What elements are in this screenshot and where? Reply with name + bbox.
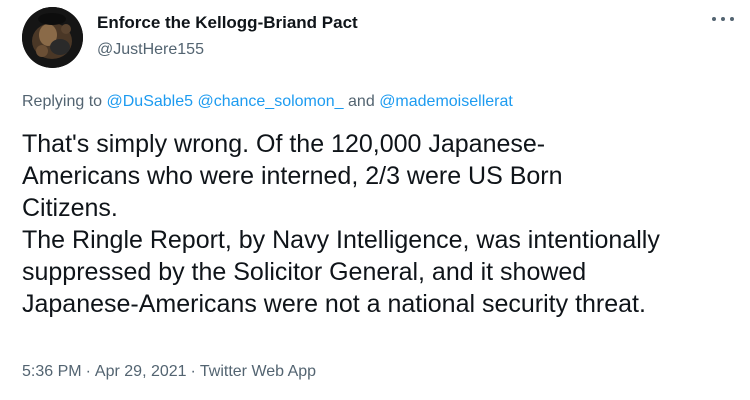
tweet-source[interactable]: Twitter Web App xyxy=(200,363,316,380)
author-display-name[interactable]: Enforce the Kellogg-Briand Pact xyxy=(97,12,358,34)
avatar-image xyxy=(22,7,83,68)
meta-separator: · xyxy=(85,363,91,380)
more-options-icon[interactable] xyxy=(712,12,734,26)
tweet-line: The Ringle Report, by Navy Intelligence,… xyxy=(22,226,660,254)
tweet-line: Americans who were interned, 2/3 were US… xyxy=(22,162,563,190)
tweet-line: suppressed by the Solicitor General, and… xyxy=(22,258,587,286)
mention-link[interactable]: @mademoisellerat xyxy=(379,93,513,110)
more-dot xyxy=(730,17,734,21)
tweet-text: That's simply wrong. Of the 120,000 Japa… xyxy=(22,128,742,320)
reply-conjunction: and xyxy=(348,93,375,110)
tweet-card: Enforce the Kellogg-Briand Pact @JustHer… xyxy=(0,0,750,400)
mention-link[interactable]: @chance_solomon_ xyxy=(197,93,343,110)
more-dot xyxy=(721,17,725,21)
more-dot xyxy=(712,17,716,21)
tweet-line: Japanese-Americans were not a national s… xyxy=(22,290,646,318)
mention-link[interactable]: @DuSable5 xyxy=(107,93,194,110)
tweet-date[interactable]: Apr 29, 2021 xyxy=(95,363,187,380)
tweet-time[interactable]: 5:36 PM xyxy=(22,363,82,380)
reply-context: Replying to @DuSable5 @chance_solomon_ a… xyxy=(22,92,513,112)
meta-separator: · xyxy=(190,363,196,380)
author-handle[interactable]: @JustHere155 xyxy=(97,39,358,61)
tweet-line: That's simply wrong. Of the 120,000 Japa… xyxy=(22,130,546,158)
tweet-meta: 5:36 PM · Apr 29, 2021 · Twitter Web App xyxy=(22,361,316,383)
reply-prefix: Replying to xyxy=(22,93,103,110)
tweet-line: Citizens. xyxy=(22,194,118,222)
author-names: Enforce the Kellogg-Briand Pact @JustHer… xyxy=(97,12,358,61)
profile-avatar[interactable] xyxy=(22,7,83,68)
